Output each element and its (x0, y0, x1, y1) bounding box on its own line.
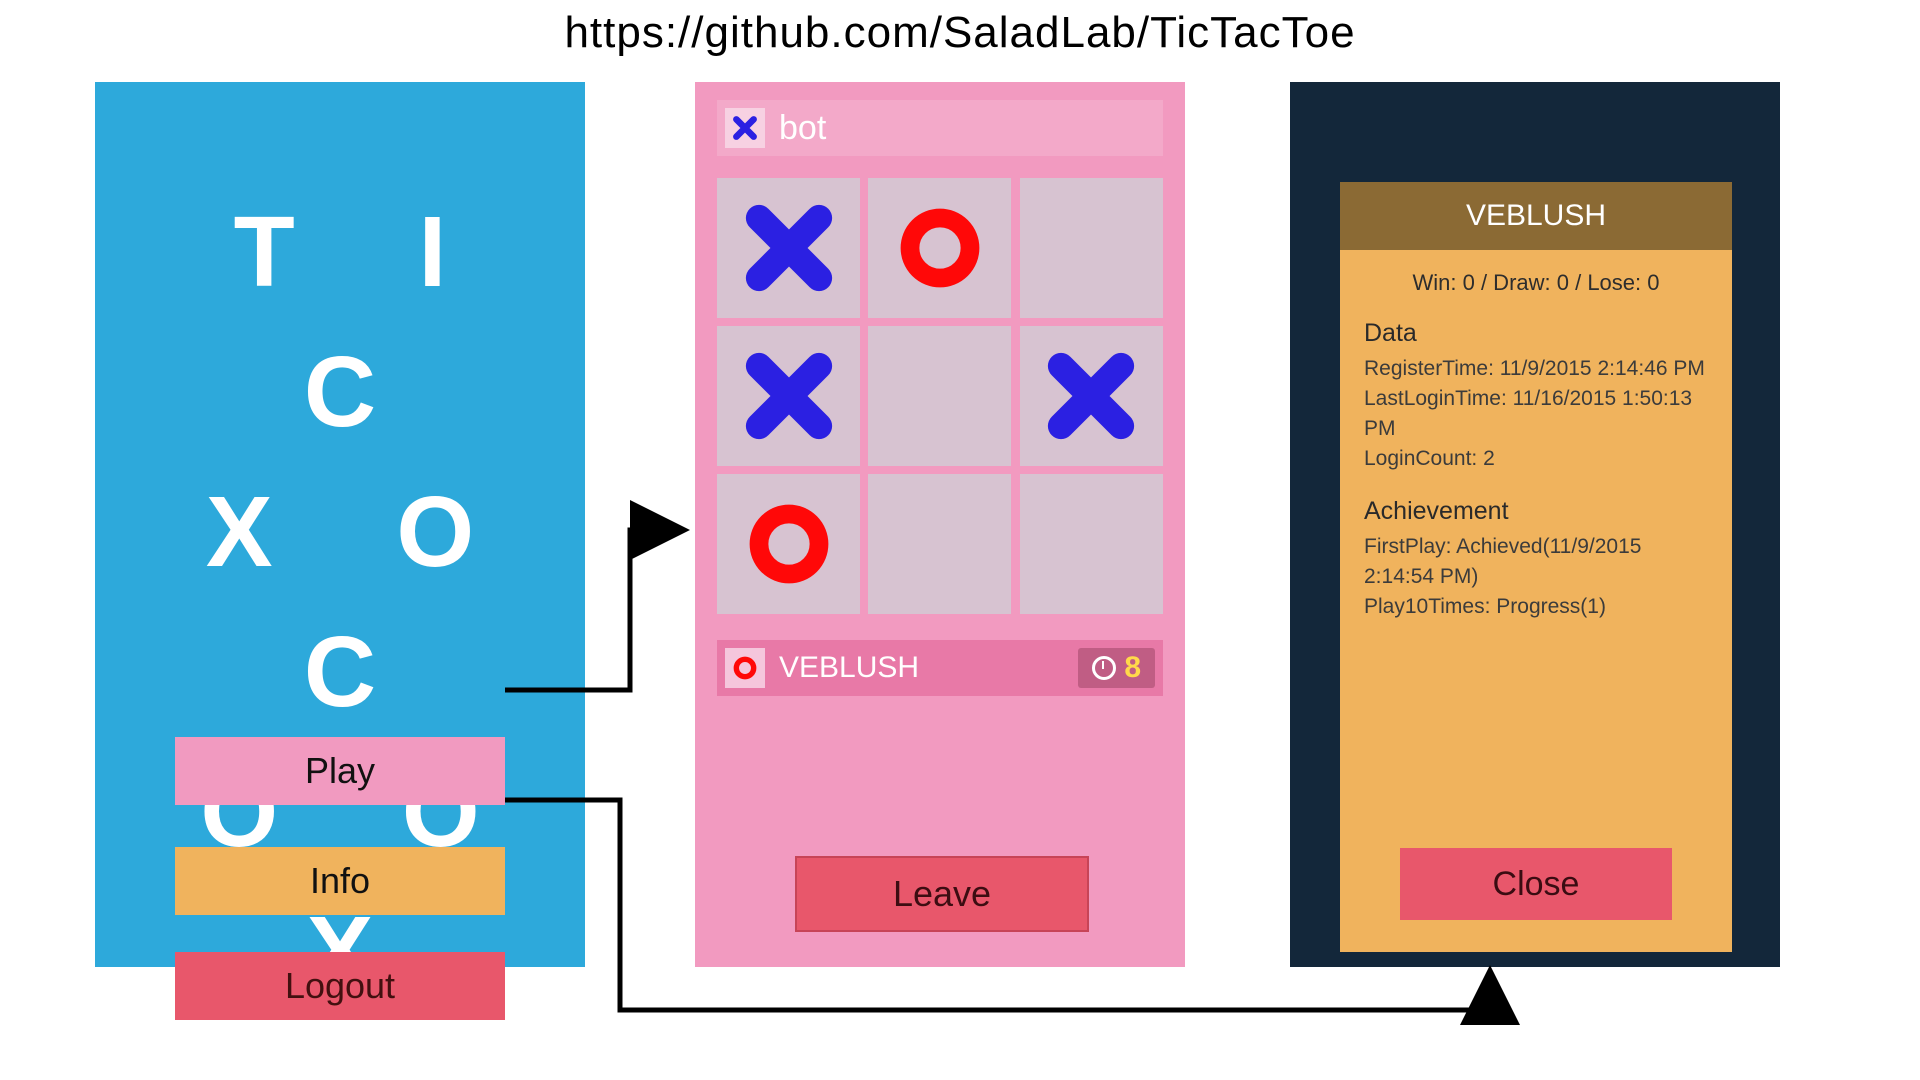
flow-arrow-info-to-profile (0, 0, 1920, 1080)
